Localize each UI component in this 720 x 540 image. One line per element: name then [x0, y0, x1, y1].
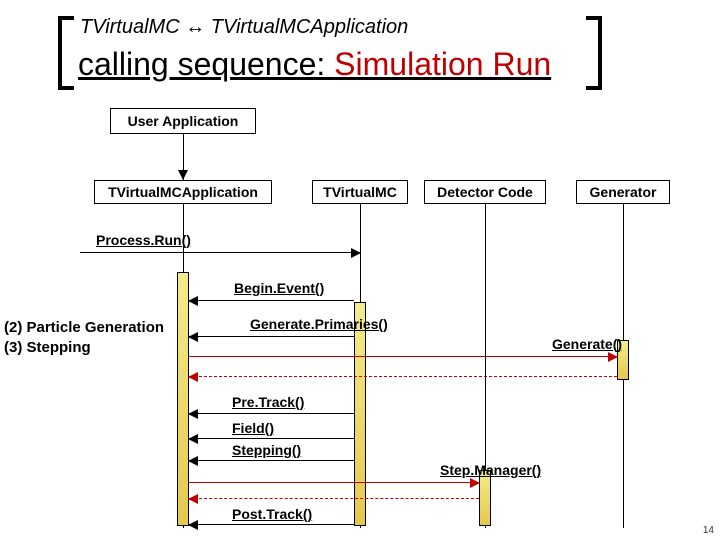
- msg-field: Field(): [232, 420, 274, 436]
- arrow-step-manager-return: [189, 498, 479, 499]
- title-main-red: Simulation Run: [334, 46, 551, 82]
- msg-generate: Generate(): [552, 336, 622, 352]
- arrow-field: [189, 438, 354, 439]
- title-main: calling sequence: Simulation Run: [78, 46, 551, 83]
- msg-step-manager: Step.Manager(): [440, 462, 541, 478]
- title-main-black: calling sequence:: [78, 46, 334, 82]
- lifeline-detector-code: Detector Code: [424, 180, 546, 204]
- activation-app: [177, 272, 189, 526]
- page-number: 14: [703, 525, 714, 536]
- lifeline-tvirtualmc: TVirtualMC: [312, 180, 408, 204]
- lifeline-tvirtualmcapplication: TVirtualMCApplication: [94, 180, 272, 204]
- bracket-right: [586, 16, 602, 90]
- msg-stepping: Stepping(): [232, 442, 301, 458]
- arrow-stepping: [189, 460, 354, 461]
- bracket-left: [58, 16, 74, 90]
- arrow-pre-track: [189, 413, 354, 414]
- msg-begin-event: Begin.Event(): [234, 280, 324, 296]
- arrow-generate-return: [189, 376, 617, 377]
- note-stepping: (3) Stepping: [4, 338, 91, 358]
- msg-post-track: Post.Track(): [232, 506, 312, 522]
- arrow-step-manager: [189, 482, 479, 483]
- lifeline-generator: Generator: [576, 180, 670, 204]
- activation-det: [479, 470, 491, 526]
- note-particle-generation: (2) Particle Generation: [4, 318, 164, 338]
- msg-pre-track: Pre.Track(): [232, 394, 304, 410]
- arrow-post-track: [189, 524, 354, 525]
- arrow-generate-primaries: [189, 336, 354, 337]
- msg-process-run: Process.Run(): [96, 232, 191, 248]
- arrow-generate: [189, 356, 617, 357]
- arrow-begin-event: [189, 300, 354, 301]
- title-subtitle: TVirtualMC ↔ TVirtualMCApplication: [80, 16, 408, 39]
- arrow-down-icon: [178, 170, 188, 180]
- lifeline-user-application: User Application: [110, 108, 256, 134]
- arrow-process-run: [80, 252, 360, 253]
- msg-generate-primaries: Generate.Primaries(): [250, 316, 388, 332]
- activation-vmc: [354, 302, 366, 526]
